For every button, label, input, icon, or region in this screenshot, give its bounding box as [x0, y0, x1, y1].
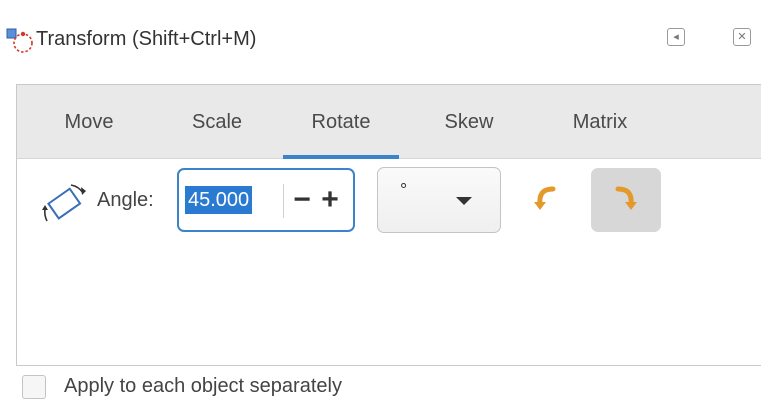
- increment-button[interactable]: +: [315, 182, 345, 218]
- tab-label: Skew: [444, 110, 494, 133]
- tab-label: Scale: [191, 110, 243, 133]
- close-icon[interactable]: ✕: [733, 28, 751, 46]
- chevron-down-icon: [456, 197, 472, 205]
- transform-icon: [6, 26, 36, 54]
- tab-matrix[interactable]: Matrix: [541, 85, 659, 159]
- window-title: Transform (Shift+Ctrl+M): [36, 28, 257, 50]
- unit-value: °: [400, 180, 408, 200]
- rotate-clockwise-button[interactable]: [591, 168, 661, 232]
- rotate-counterclockwise-button[interactable]: [524, 168, 566, 232]
- dock-arrow-icon[interactable]: ◂: [667, 28, 685, 46]
- tab-label: Rotate: [311, 110, 371, 133]
- angle-input[interactable]: 45.000: [185, 186, 253, 214]
- transform-panel: Move Scale Rotate Skew Matrix Angle: 45.…: [16, 84, 761, 366]
- decrement-button[interactable]: −: [287, 182, 317, 218]
- apply-each-label[interactable]: Apply to each object separately: [64, 375, 342, 398]
- tab-bar: Move Scale Rotate Skew Matrix: [17, 85, 761, 159]
- tab-label: Move: [64, 110, 114, 133]
- angle-spinbox[interactable]: 45.000 − +: [177, 168, 355, 232]
- unit-dropdown[interactable]: °: [377, 167, 501, 233]
- window-titlebar: Transform (Shift+Ctrl+M) ◂ ✕: [0, 0, 761, 78]
- tab-rotate[interactable]: Rotate: [283, 85, 399, 159]
- apply-each-checkbox[interactable]: [22, 375, 46, 399]
- spin-divider: [283, 184, 284, 218]
- rotate-object-icon: [37, 179, 93, 229]
- tab-skew[interactable]: Skew: [415, 85, 523, 159]
- angle-label: Angle:: [97, 189, 154, 211]
- tab-label: Matrix: [572, 110, 628, 133]
- tab-scale[interactable]: Scale: [163, 85, 271, 159]
- rotate-clockwise-icon: [614, 185, 638, 216]
- tab-move[interactable]: Move: [35, 85, 143, 159]
- rotate-counterclockwise-icon: [533, 185, 557, 216]
